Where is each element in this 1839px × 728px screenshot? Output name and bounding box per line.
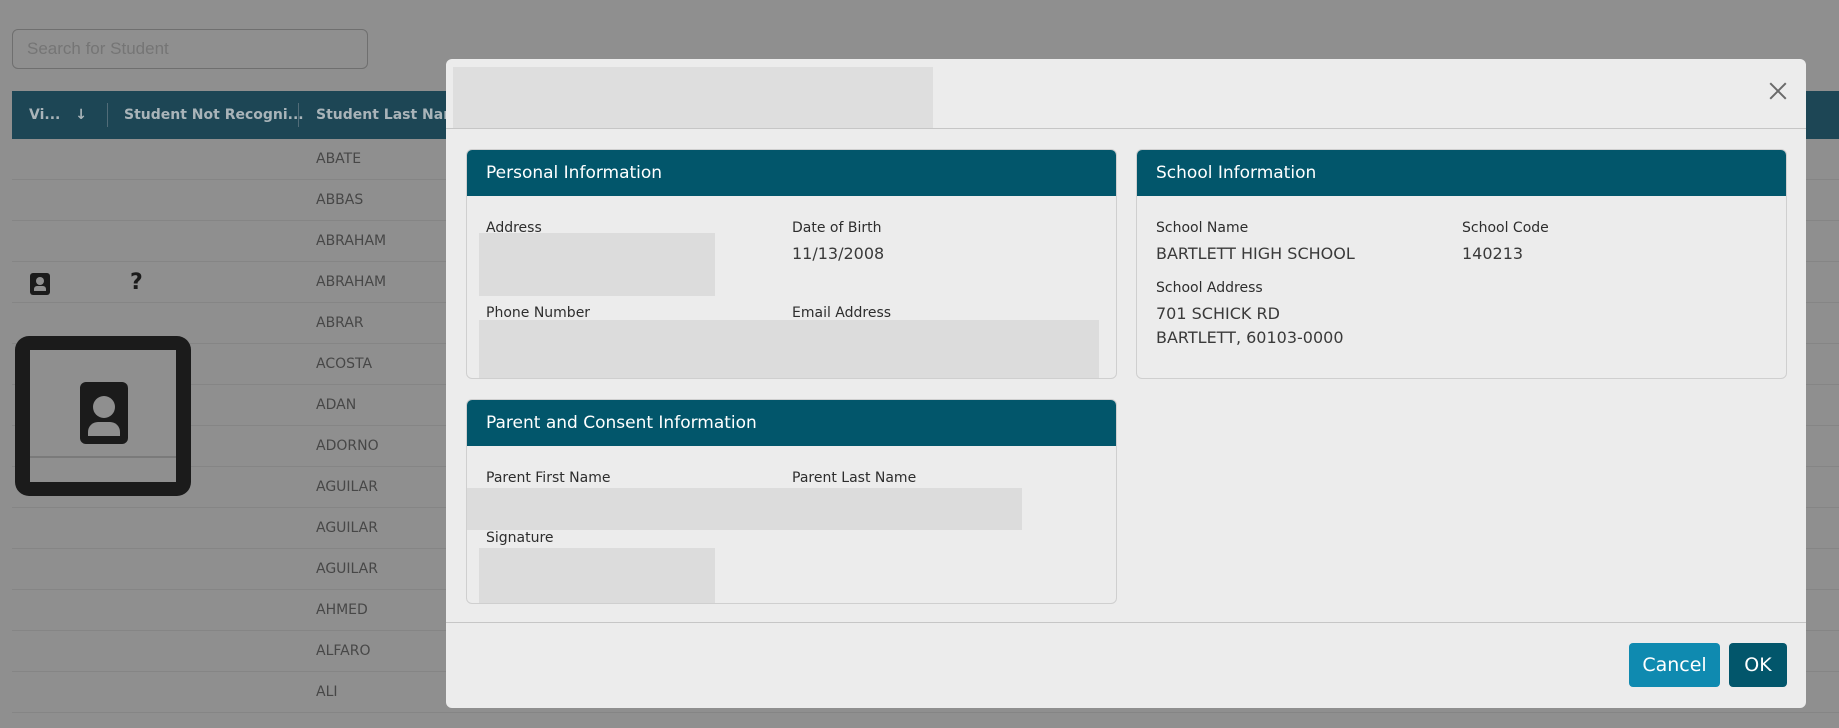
student-photo-preview [15, 336, 191, 496]
school-code-value: 140213 [1462, 244, 1524, 263]
panel-header: School Information [1137, 150, 1786, 196]
address-value-redacted [479, 233, 715, 296]
column-header-last-name[interactable]: Student Last Name [316, 91, 467, 139]
last-name-cell: AGUILAR [316, 479, 378, 495]
phone-label: Phone Number [486, 305, 591, 321]
last-name-cell: ALFARO [316, 643, 371, 659]
id-badge-icon [80, 382, 128, 444]
panel-header: Parent and Consent Information [467, 400, 1116, 446]
school-name-label: School Name [1156, 220, 1249, 236]
last-name-cell: ABRAR [316, 315, 364, 331]
last-name-cell: ADORNO [316, 438, 379, 454]
id-badge-icon[interactable] [30, 273, 50, 295]
search-input[interactable] [12, 29, 368, 69]
parent-first-name-label: Parent First Name [486, 470, 611, 486]
school-name-value: BARTLETT HIGH SCHOOL [1156, 244, 1355, 263]
parent-last-name-label: Parent Last Name [792, 470, 917, 486]
modal-title-redacted [453, 67, 933, 129]
last-name-cell: ABATE [316, 151, 362, 167]
last-name-cell: AGUILAR [316, 561, 378, 577]
sort-arrow-icon[interactable]: ↓ [75, 107, 87, 123]
signature-redacted [479, 548, 715, 603]
last-name-cell: ABRAHAM [316, 233, 387, 249]
dob-value: 11/13/2008 [792, 244, 885, 263]
question-mark-icon: ? [130, 270, 143, 295]
parent-consent-panel: Parent and Consent Information Parent Fi… [466, 399, 1117, 604]
last-name-cell: ALI [316, 684, 338, 700]
ok-button[interactable]: OK [1729, 643, 1787, 687]
last-name-cell: ADAN [316, 397, 357, 413]
school-code-label: School Code [1462, 220, 1549, 236]
last-name-cell: ABRAHAM [316, 274, 387, 290]
contact-values-redacted [479, 320, 1099, 378]
last-name-cell: ACOSTA [316, 356, 373, 372]
school-address-line2: BARTLETT, 60103-0000 [1156, 328, 1344, 347]
panel-header: Personal Information [467, 150, 1116, 196]
parent-names-redacted [467, 488, 1022, 530]
school-address-line1: 701 SCHICK RD [1156, 304, 1280, 323]
school-information-panel: School Information School Name BARTLETT … [1136, 149, 1787, 379]
column-header-not-recognized[interactable]: Student Not Recogni... [124, 91, 304, 139]
cancel-button[interactable]: Cancel [1629, 643, 1720, 687]
student-details-modal: Personal Information Address Date of Bir… [446, 59, 1806, 708]
last-name-cell: ABBAS [316, 192, 364, 208]
signature-label: Signature [486, 530, 554, 546]
column-header-view[interactable]: Vi... ↓ [29, 91, 87, 139]
close-icon[interactable] [1764, 77, 1792, 105]
dob-label: Date of Birth [792, 220, 882, 236]
email-label: Email Address [792, 305, 892, 321]
personal-information-panel: Personal Information Address Date of Bir… [466, 149, 1117, 379]
school-address-label: School Address [1156, 280, 1263, 296]
last-name-cell: AHMED [316, 602, 368, 618]
last-name-cell: AGUILAR [316, 520, 378, 536]
